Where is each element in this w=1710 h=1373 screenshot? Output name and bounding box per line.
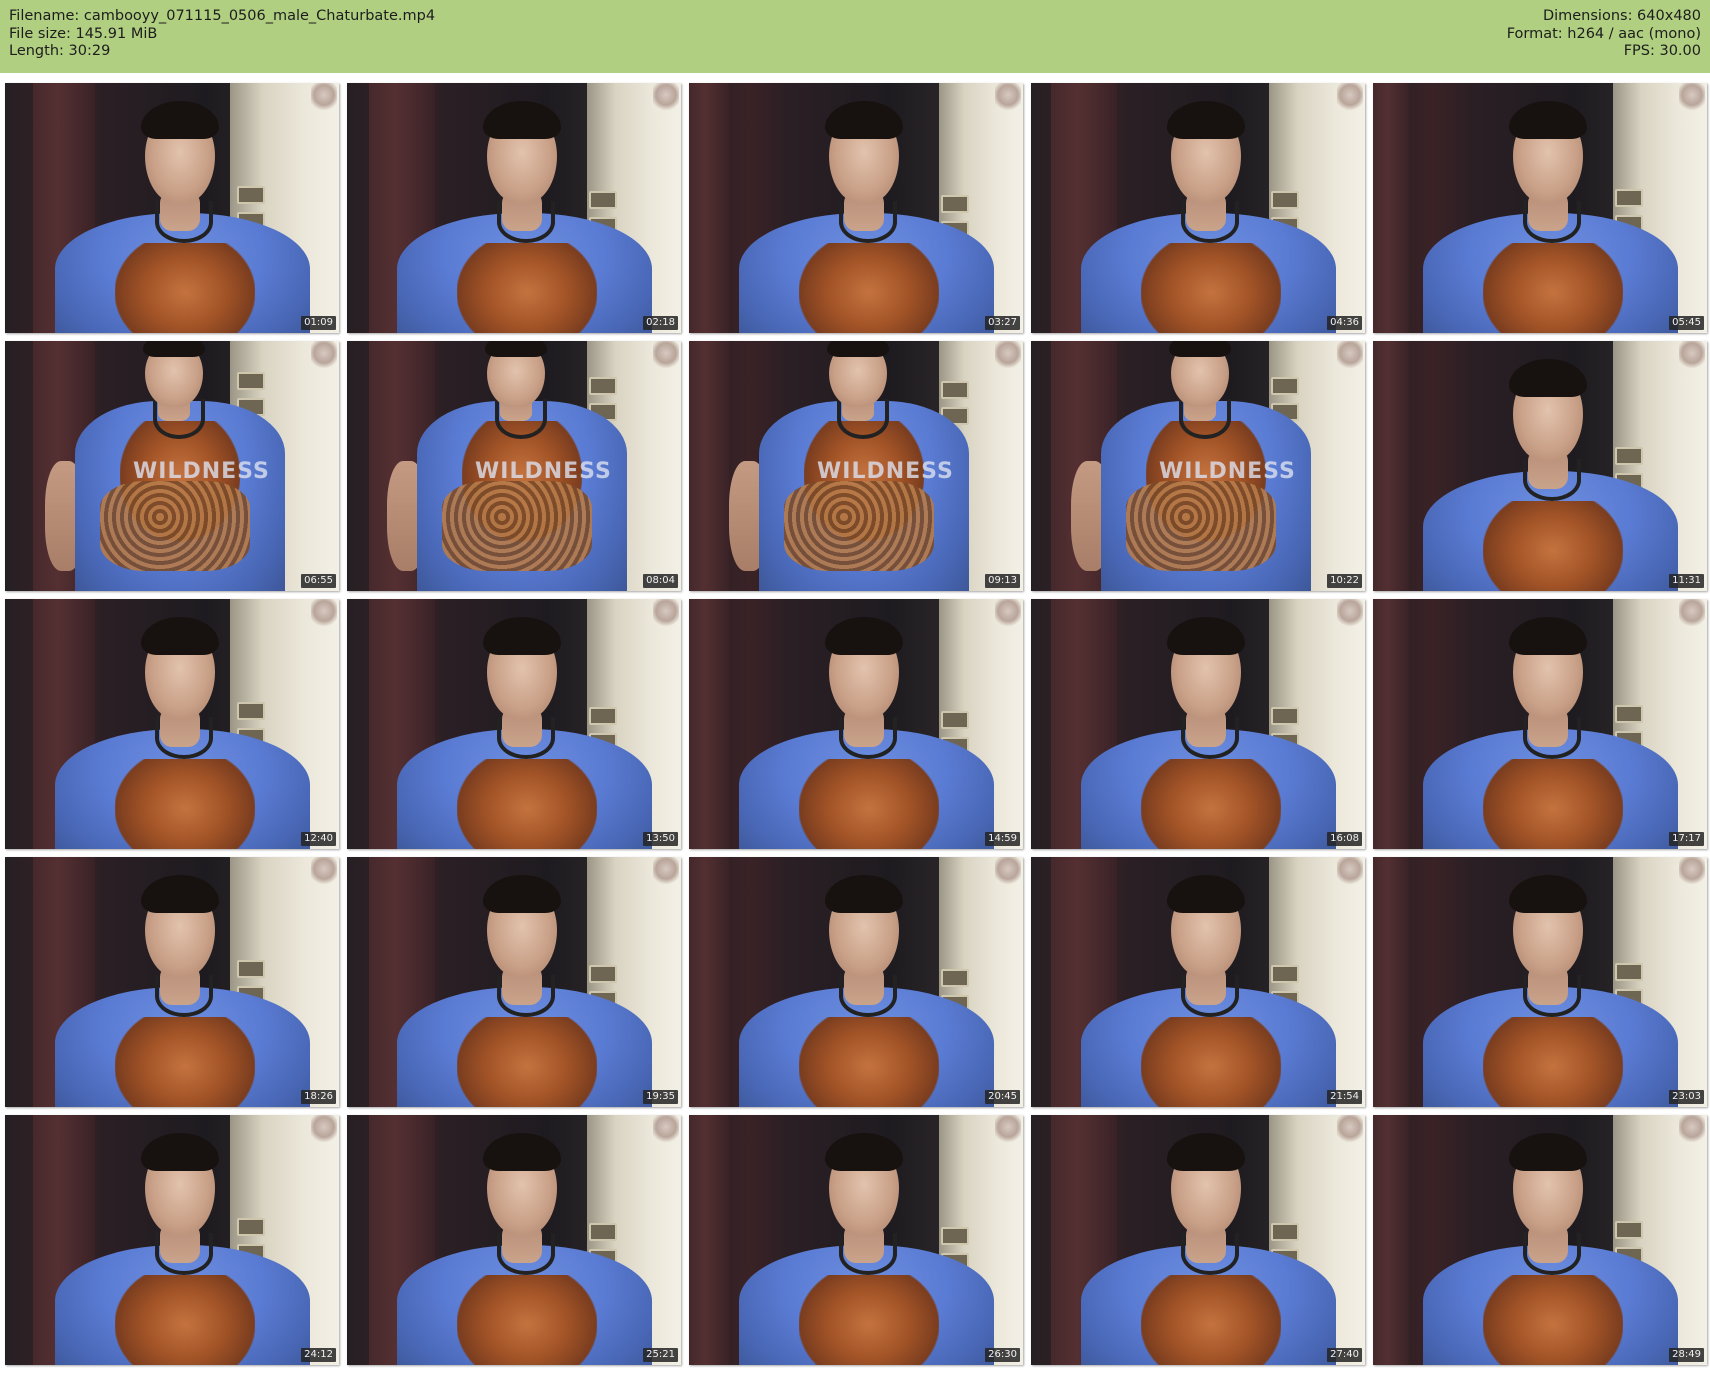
thumbnail-grid: 01:09 02:18 03:27 04:36 05:45 WILDNESS 06:55 WI… (5, 83, 1707, 1371)
thumbnail: WILDNESS 06:55 (5, 341, 339, 591)
video-frame (1373, 1115, 1707, 1365)
video-frame (347, 1115, 681, 1365)
timestamp-label: 18:26 (301, 1090, 336, 1104)
thumbnail: 19:35 (347, 857, 681, 1107)
video-frame: WILDNESS (347, 341, 681, 591)
thumbnail: WILDNESS 09:13 (689, 341, 1023, 591)
timestamp-label: 12:40 (301, 832, 336, 846)
thumbnail: 01:09 (5, 83, 339, 333)
timestamp-label: 01:09 (301, 316, 336, 330)
timestamp-label: 03:27 (985, 316, 1020, 330)
video-frame (347, 83, 681, 333)
thumbnail: 13:50 (347, 599, 681, 849)
timestamp-label: 14:59 (985, 832, 1020, 846)
timestamp-label: 21:54 (1327, 1090, 1362, 1104)
thumbnail: 02:18 (347, 83, 681, 333)
video-frame (689, 857, 1023, 1107)
video-frame (689, 83, 1023, 333)
timestamp-label: 19:35 (643, 1090, 678, 1104)
video-frame (5, 83, 339, 333)
thumbnail: 21:54 (1031, 857, 1365, 1107)
thumbnail: 24:12 (5, 1115, 339, 1365)
filesize-label: File size: 145.91 MiB (9, 25, 158, 42)
thumbnail: 03:27 (689, 83, 1023, 333)
fps-label: FPS: 30.00 (1623, 43, 1701, 59)
timestamp-label: 13:50 (643, 832, 678, 846)
thumbnail: 26:30 (689, 1115, 1023, 1365)
video-frame (1031, 857, 1365, 1107)
timestamp-label: 02:18 (643, 316, 678, 330)
thumbnail: WILDNESS 08:04 (347, 341, 681, 591)
length-label: Length: 30:29 (9, 43, 111, 59)
video-frame (1373, 857, 1707, 1107)
video-frame (5, 1115, 339, 1365)
timestamp-label: 17:17 (1669, 832, 1704, 846)
file-info-right: Dimensions: 640x480 Format: h264 / aac (… (1507, 8, 1701, 61)
video-frame: WILDNESS (1031, 341, 1365, 591)
format-label: Format: h264 / aac (mono) (1506, 25, 1701, 42)
video-frame (689, 599, 1023, 849)
timestamp-label: 23:03 (1669, 1090, 1704, 1104)
timestamp-label: 28:49 (1669, 1348, 1704, 1362)
thumbnail: 05:45 (1373, 83, 1707, 333)
video-frame: WILDNESS (5, 341, 339, 591)
thumbnail: 20:45 (689, 857, 1023, 1107)
timestamp-label: 26:30 (985, 1348, 1020, 1362)
timestamp-label: 06:55 (301, 574, 336, 588)
timestamp-label: 24:12 (301, 1348, 336, 1362)
video-frame (5, 857, 339, 1107)
thumbnail: WILDNESS 10:22 (1031, 341, 1365, 591)
file-info-left: Filename: cambooyy_071115_0506_male_Chat… (9, 8, 435, 61)
filename-label: Filename: cambooyy_071115_0506_male_Chat… (9, 8, 436, 24)
info-header: Filename: cambooyy_071115_0506_male_Chat… (0, 0, 1710, 73)
thumbnail: 17:17 (1373, 599, 1707, 849)
video-frame (347, 599, 681, 849)
thumbnail: 23:03 (1373, 857, 1707, 1107)
thumbnail: 12:40 (5, 599, 339, 849)
video-frame: WILDNESS (689, 341, 1023, 591)
video-frame (1373, 341, 1707, 591)
timestamp-label: 27:40 (1327, 1348, 1362, 1362)
thumbnail: 16:08 (1031, 599, 1365, 849)
thumbnail: 14:59 (689, 599, 1023, 849)
thumbnail: 27:40 (1031, 1115, 1365, 1365)
video-frame (689, 1115, 1023, 1365)
video-frame (1031, 1115, 1365, 1365)
timestamp-label: 05:45 (1669, 316, 1704, 330)
timestamp-label: 04:36 (1327, 316, 1362, 330)
timestamp-label: 11:31 (1669, 574, 1704, 588)
video-frame (347, 857, 681, 1107)
timestamp-label: 16:08 (1327, 832, 1362, 846)
thumbnail: 25:21 (347, 1115, 681, 1365)
dimensions-label: Dimensions: 640x480 (1542, 8, 1701, 24)
timestamp-label: 20:45 (985, 1090, 1020, 1104)
thumbnail: 11:31 (1373, 341, 1707, 591)
video-frame (1031, 83, 1365, 333)
thumbnail: 28:49 (1373, 1115, 1707, 1365)
thumbnail: 18:26 (5, 857, 339, 1107)
video-frame (1373, 599, 1707, 849)
timestamp-label: 10:22 (1327, 574, 1362, 588)
video-frame (1031, 599, 1365, 849)
timestamp-label: 08:04 (643, 574, 678, 588)
timestamp-label: 09:13 (985, 574, 1020, 588)
video-frame (1373, 83, 1707, 333)
timestamp-label: 25:21 (643, 1348, 678, 1362)
video-frame (5, 599, 339, 849)
thumbnail: 04:36 (1031, 83, 1365, 333)
